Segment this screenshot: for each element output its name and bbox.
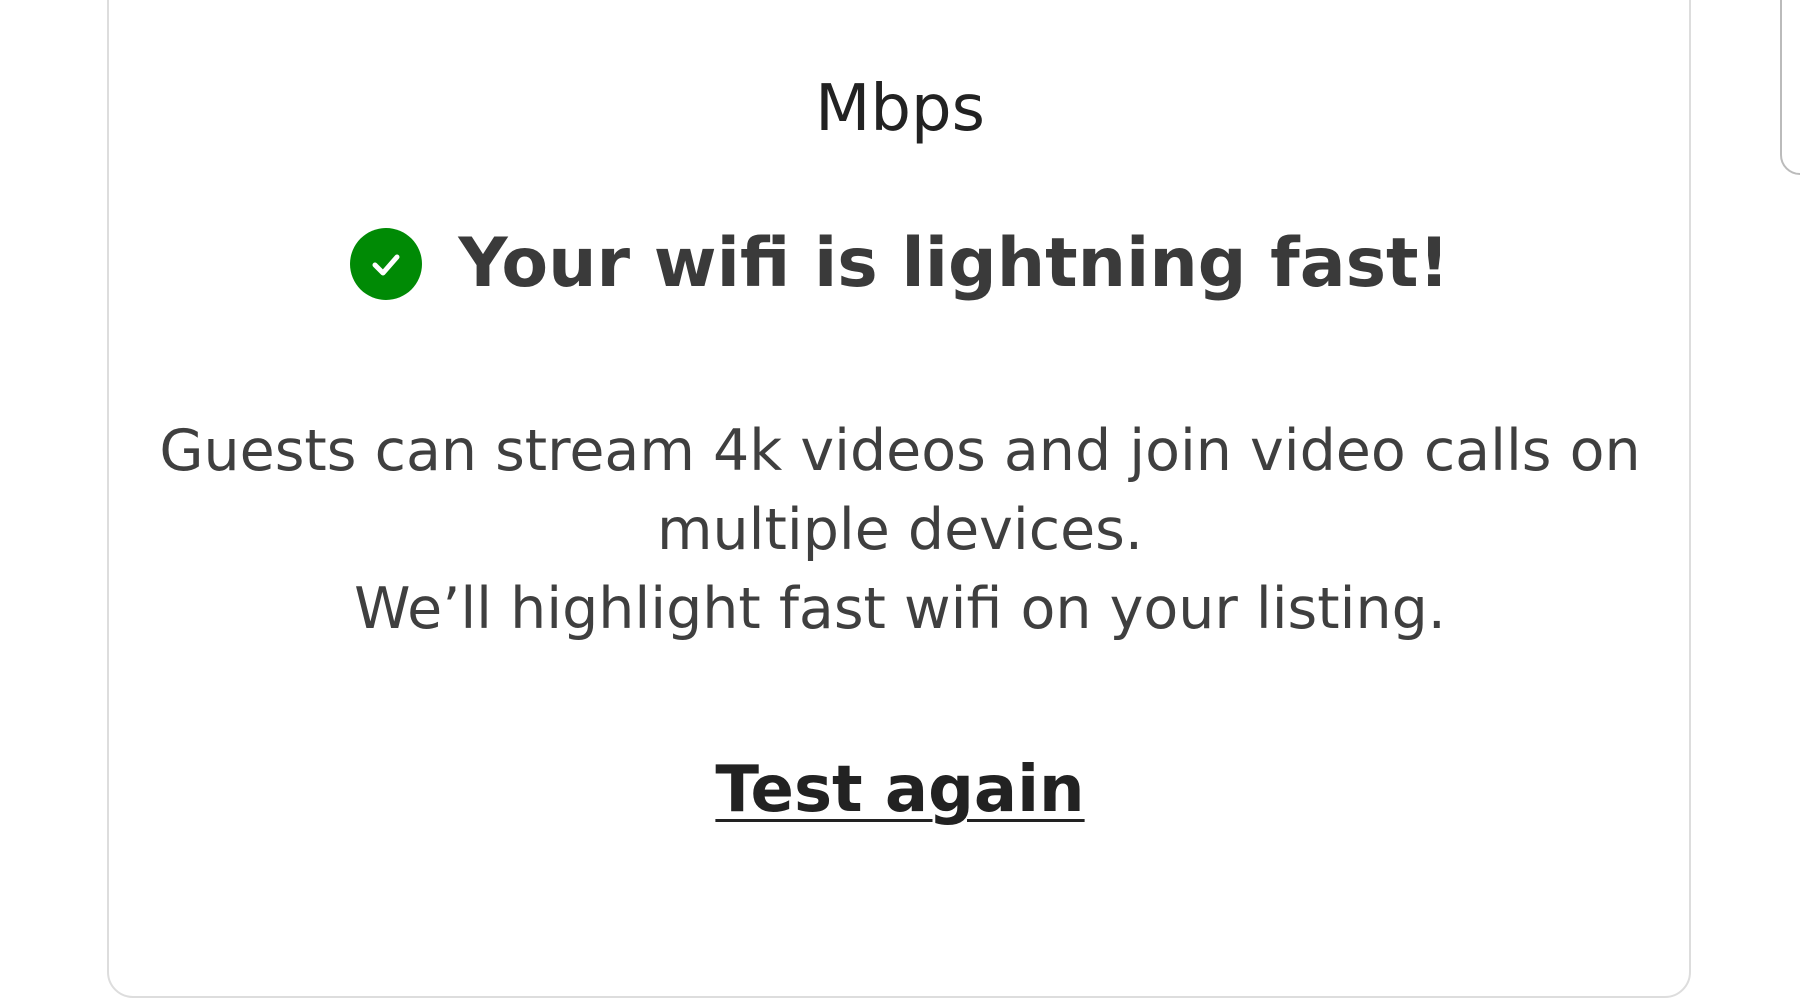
status-row: Your wifi is lightning fast! [0,222,1800,306]
checkmark-glyph [372,254,400,276]
description-line-1: Guests can stream 4k videos and join vid… [159,418,1641,563]
test-again-button[interactable]: Test again [715,753,1084,827]
speed-description: Guests can stream 4k videos and join vid… [150,412,1650,649]
speed-unit-label: Mbps [815,72,985,146]
check-circle-icon [350,228,423,300]
test-again-container: Test again [0,748,1800,832]
adjacent-panel-edge [1780,0,1800,175]
wifi-speed-page: Mbps Your wifi is lightning fast! Guests… [0,0,1800,1000]
description-line-2: We’ll highlight fast wifi on your listin… [354,576,1446,642]
status-message: Your wifi is lightning fast! [458,224,1450,303]
